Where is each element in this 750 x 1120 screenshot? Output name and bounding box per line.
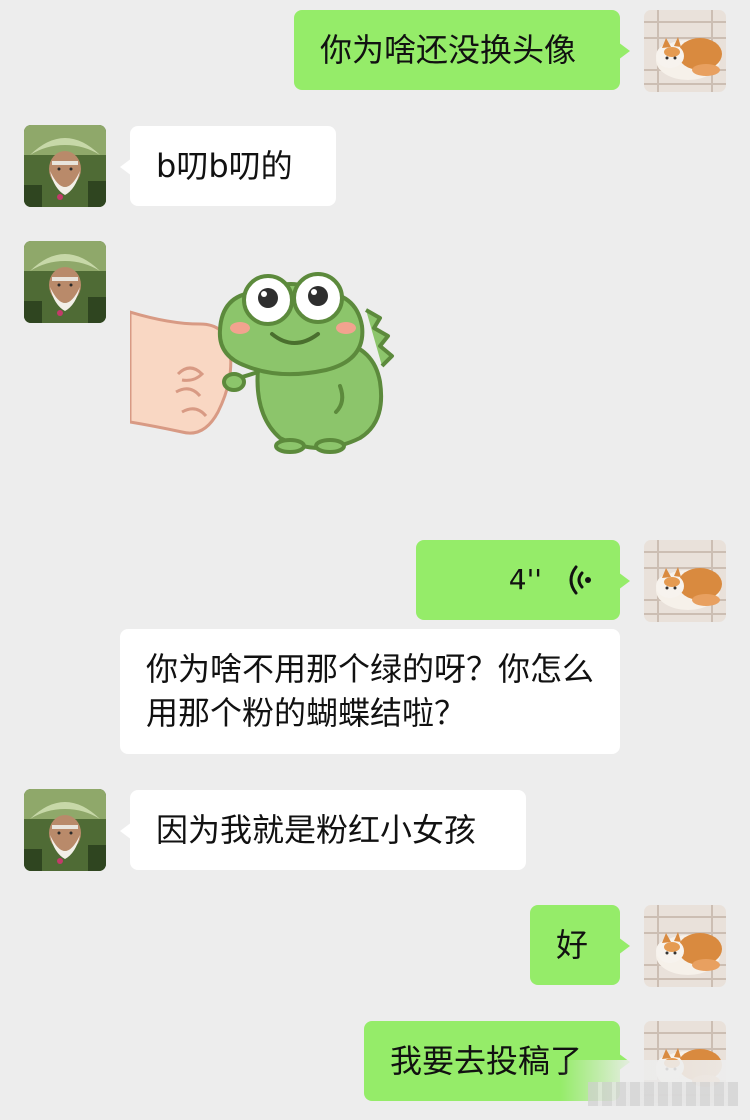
cat-avatar[interactable]	[644, 540, 726, 622]
watermark-mark	[588, 1082, 738, 1106]
voice-duration: 4''	[508, 563, 542, 596]
frog-fist-bump-sticker[interactable]	[128, 262, 400, 466]
message-bubble[interactable]: 好	[530, 905, 630, 985]
message-text: b叨b叨的	[156, 147, 293, 185]
cat-avatar-icon	[644, 905, 726, 987]
old-man-avatar[interactable]	[24, 241, 106, 323]
old-man-avatar-icon	[24, 241, 106, 323]
voice-message-bubble[interactable]: 4''	[416, 540, 630, 620]
message-bubble[interactable]: 你为啥不用那个绿的呀？你怎么用那个粉的蝴蝶结啦？	[120, 629, 620, 754]
old-man-avatar[interactable]	[24, 789, 106, 871]
message-bubble[interactable]: b叨b叨的	[120, 126, 336, 206]
message-bubble[interactable]: 因为我就是粉红小女孩	[120, 790, 526, 870]
message-text: 好	[556, 926, 589, 964]
cat-avatar-icon	[644, 540, 726, 622]
frog-fist-bump-icon	[128, 272, 394, 454]
message-text: 你为啥还没换头像	[320, 31, 577, 69]
message-text: 因为我就是粉红小女孩	[156, 811, 477, 849]
message-text: 你为啥不用那个绿的呀？你怎么用那个粉的蝴蝶结啦？	[146, 650, 595, 732]
cat-avatar-icon	[644, 10, 726, 92]
message-text: 我要去投稿了	[390, 1042, 583, 1080]
watermark	[560, 1060, 750, 1120]
voice-wave-icon	[568, 564, 592, 605]
cat-avatar[interactable]	[644, 10, 726, 92]
old-man-avatar-icon	[24, 125, 106, 207]
old-man-avatar[interactable]	[24, 125, 106, 207]
message-bubble[interactable]: 你为啥还没换头像	[294, 10, 630, 90]
cat-avatar[interactable]	[644, 905, 726, 987]
old-man-avatar-icon	[24, 789, 106, 871]
